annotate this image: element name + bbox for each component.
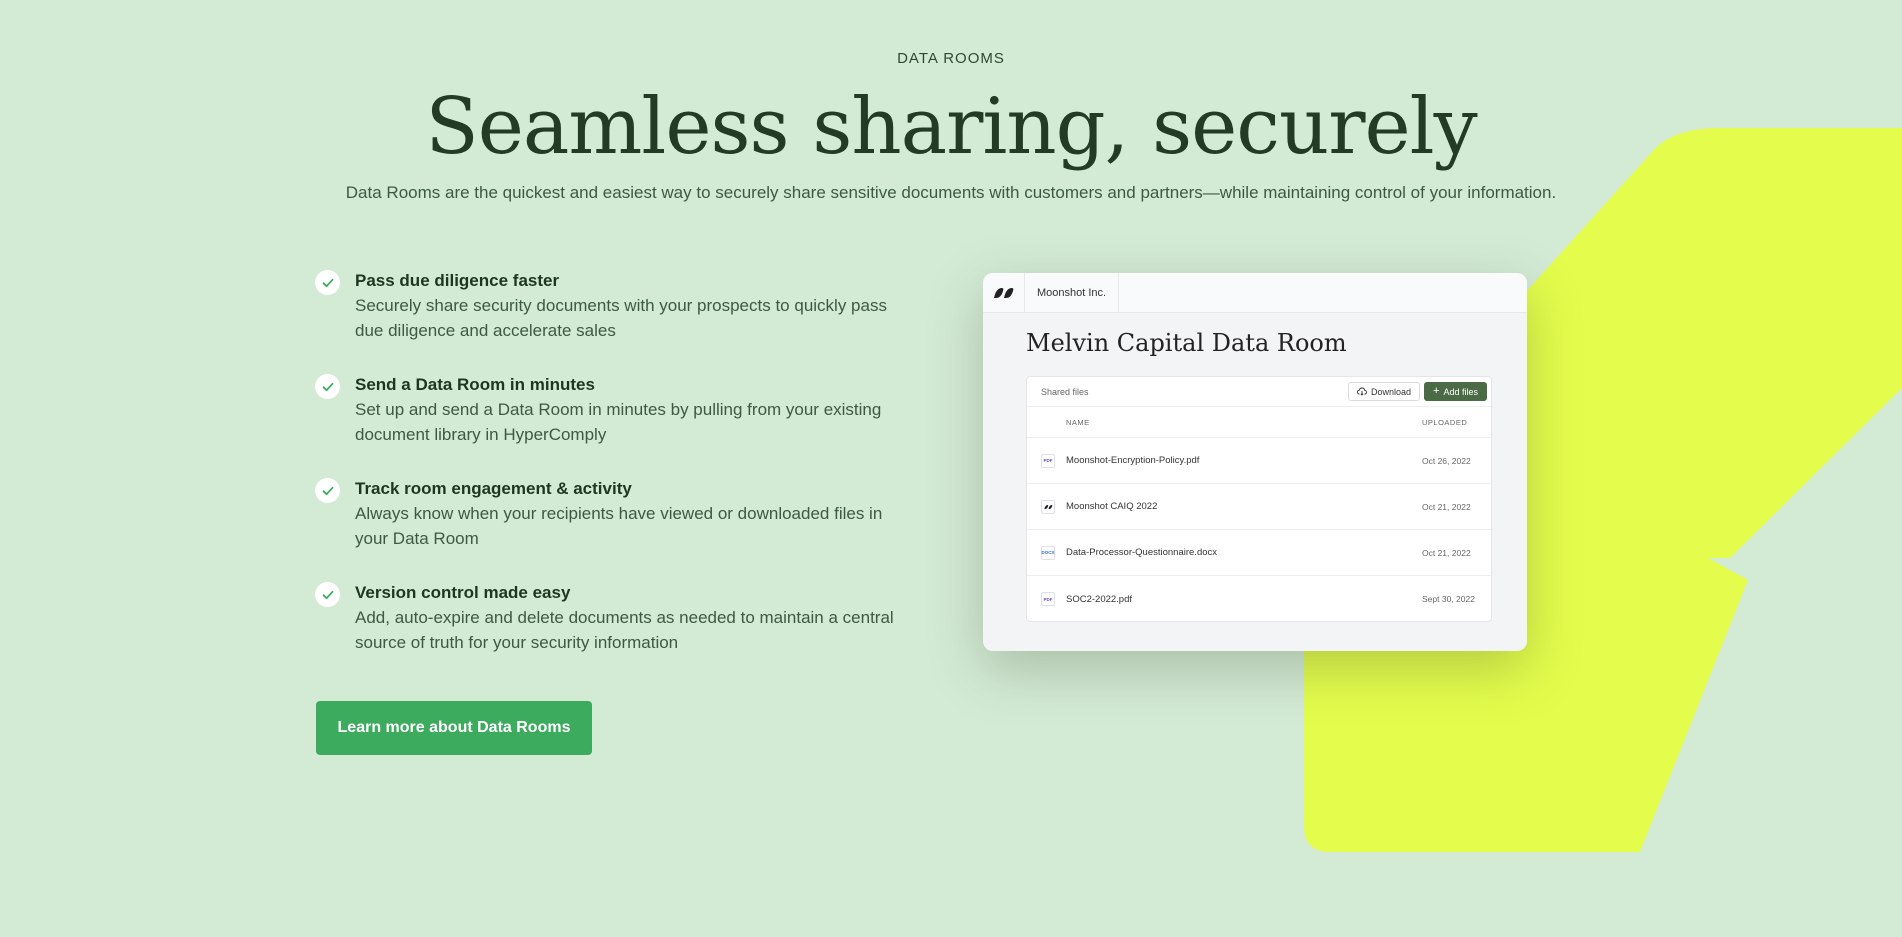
section-eyebrow: DATA ROOMS [897, 50, 1005, 67]
cloud-download-icon [1357, 387, 1367, 396]
docx-file-icon: DOCX [1041, 545, 1055, 560]
feature-description-line: due diligence and accelerate sales [355, 321, 616, 340]
org-name[interactable]: Moonshot Inc. [1025, 273, 1120, 313]
file-row[interactable]: PDF Moonshot-Encryption-Policy.pdf Oct 2… [1027, 438, 1491, 484]
file-row[interactable]: Moonshot CAIQ 2022 Oct 21, 2022 [1027, 484, 1491, 530]
add-files-label: Add files [1443, 386, 1478, 397]
feature-title: Track room engagement & activity [355, 479, 632, 498]
data-room-preview: Moonshot Inc. Melvin Capital Data Room S… [983, 273, 1527, 651]
check-icon [315, 374, 340, 399]
learn-more-button[interactable]: Learn more about Data Rooms [316, 701, 592, 755]
check-icon [315, 478, 340, 503]
files-label: Shared files [1041, 386, 1089, 397]
feature-title: Version control made easy [355, 583, 571, 602]
check-icon [315, 270, 340, 295]
file-name[interactable]: SOC2-2022.pdf [1066, 594, 1132, 605]
file-name[interactable]: Data-Processor-Questionnaire.docx [1066, 547, 1217, 558]
file-row[interactable]: PDF SOC2-2022.pdf Sept 30, 2022 [1027, 576, 1491, 622]
check-icon [315, 582, 340, 607]
feature-list: Pass due diligence faster Securely share… [315, 268, 925, 684]
download-label: Download [1371, 386, 1412, 397]
column-name[interactable]: NAME [1066, 418, 1090, 427]
files-table-header: NAME UPLOADED [1027, 407, 1491, 438]
room-title: Melvin Capital Data Room [1026, 329, 1347, 357]
preview-top-bar: Moonshot Inc. [983, 273, 1527, 313]
file-name[interactable]: Moonshot-Encryption-Policy.pdf [1066, 455, 1199, 466]
feature-title: Send a Data Room in minutes [355, 375, 595, 394]
feature-description-line: Securely share security documents with y… [355, 296, 887, 315]
file-name[interactable]: Moonshot CAIQ 2022 [1066, 501, 1157, 512]
file-date: Sept 30, 2022 [1422, 594, 1475, 604]
feature-description-line: document library in HyperComply [355, 425, 607, 444]
pdf-file-icon: PDF [1041, 592, 1055, 606]
feature-description-line: Always know when your recipients have vi… [355, 504, 883, 523]
plus-icon: + [1433, 385, 1440, 397]
feature-item: Version control made easy Add, auto-expi… [315, 580, 925, 655]
download-button[interactable]: Download [1348, 382, 1421, 401]
feature-description: Add, auto-expire and delete documents as… [355, 605, 925, 655]
feature-item: Pass due diligence faster Securely share… [315, 268, 925, 343]
feature-description: Set up and send a Data Room in minutes b… [355, 397, 925, 447]
file-date: Oct 21, 2022 [1422, 501, 1471, 512]
feature-description-line: your Data Room [355, 529, 479, 548]
add-files-button[interactable]: + Add files [1424, 382, 1487, 401]
feature-description: Always know when your recipients have vi… [355, 501, 925, 551]
files-header: Shared files Download + Add files [1027, 377, 1491, 407]
file-date: Oct 21, 2022 [1422, 547, 1471, 558]
moonshot-logo-icon [983, 273, 1025, 313]
feature-description-line: Add, auto-expire and delete documents as… [355, 608, 894, 627]
feature-description-line: Set up and send a Data Room in minutes b… [355, 400, 882, 419]
column-uploaded[interactable]: UPLOADED [1422, 418, 1467, 427]
feature-item: Track room engagement & activity Always … [315, 476, 925, 551]
file-row[interactable]: DOCX Data-Processor-Questionnaire.docx O… [1027, 530, 1491, 576]
file-date: Oct 26, 2022 [1422, 455, 1471, 466]
feature-description-line: source of truth for your security inform… [355, 633, 679, 652]
feature-description: Securely share security documents with y… [355, 293, 925, 343]
moonshot-file-icon [1041, 499, 1055, 514]
feature-item: Send a Data Room in minutes Set up and s… [315, 372, 925, 447]
pdf-file-icon: PDF [1041, 453, 1055, 468]
shared-files-panel: Shared files Download + Add files NAME U… [1026, 376, 1492, 622]
feature-title: Pass due diligence faster [355, 271, 560, 290]
